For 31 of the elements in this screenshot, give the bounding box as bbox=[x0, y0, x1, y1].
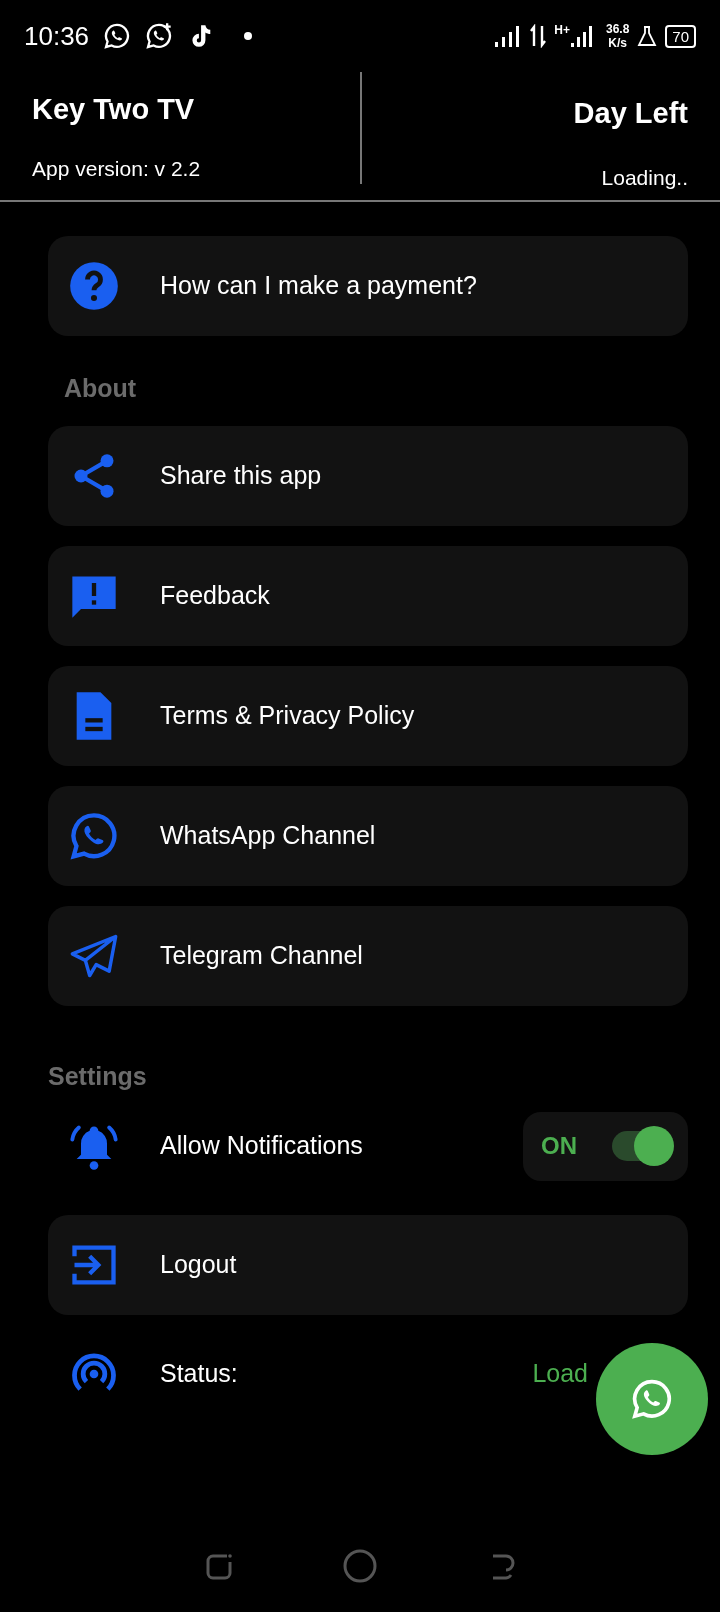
network-speed: 36.8 bbox=[605, 23, 630, 35]
speed-unit: K/s bbox=[607, 37, 628, 49]
day-left-label: Day Left bbox=[573, 96, 688, 131]
whatsapp-icon bbox=[630, 1377, 674, 1421]
whatsapp-plus-icon bbox=[145, 22, 174, 50]
signal-icon bbox=[569, 24, 594, 48]
menu-item[interactable]: Telegram Channel bbox=[48, 905, 688, 1006]
whatsapp-icon bbox=[103, 22, 132, 50]
menu-item[interactable]: Feedback bbox=[48, 545, 688, 646]
section-heading: About bbox=[64, 373, 137, 404]
clock-time: 10:36 bbox=[24, 19, 90, 53]
notifications-toggle[interactable]: ON bbox=[523, 1111, 688, 1181]
help-icon bbox=[68, 260, 120, 312]
setting-label: Allow Notifications bbox=[160, 1130, 363, 1162]
menu-item[interactable]: WhatsApp Channel bbox=[48, 785, 688, 886]
faq-button[interactable]: How can I make a payment? bbox=[48, 236, 688, 336]
section-heading: Settings bbox=[48, 1060, 147, 1092]
network-type: H+ bbox=[554, 24, 570, 36]
day-left-value: Loading.. bbox=[601, 164, 688, 191]
battery-level: 70 bbox=[665, 24, 696, 48]
app-title: Key Two TV bbox=[32, 92, 196, 127]
notification-dot-icon bbox=[243, 31, 254, 41]
home-icon[interactable] bbox=[342, 1548, 378, 1584]
status-value: Load bbox=[532, 1358, 588, 1390]
menu-item[interactable]: Share this app bbox=[48, 425, 688, 526]
app-version: App version: v 2.2 bbox=[32, 155, 202, 182]
menu-item[interactable]: Terms & Privacy Policy bbox=[48, 665, 688, 766]
status-label: Status: bbox=[160, 1358, 238, 1390]
flask-icon bbox=[637, 25, 658, 47]
data-arrows-icon bbox=[530, 24, 547, 48]
logout-button[interactable]: Logout bbox=[48, 1215, 688, 1315]
